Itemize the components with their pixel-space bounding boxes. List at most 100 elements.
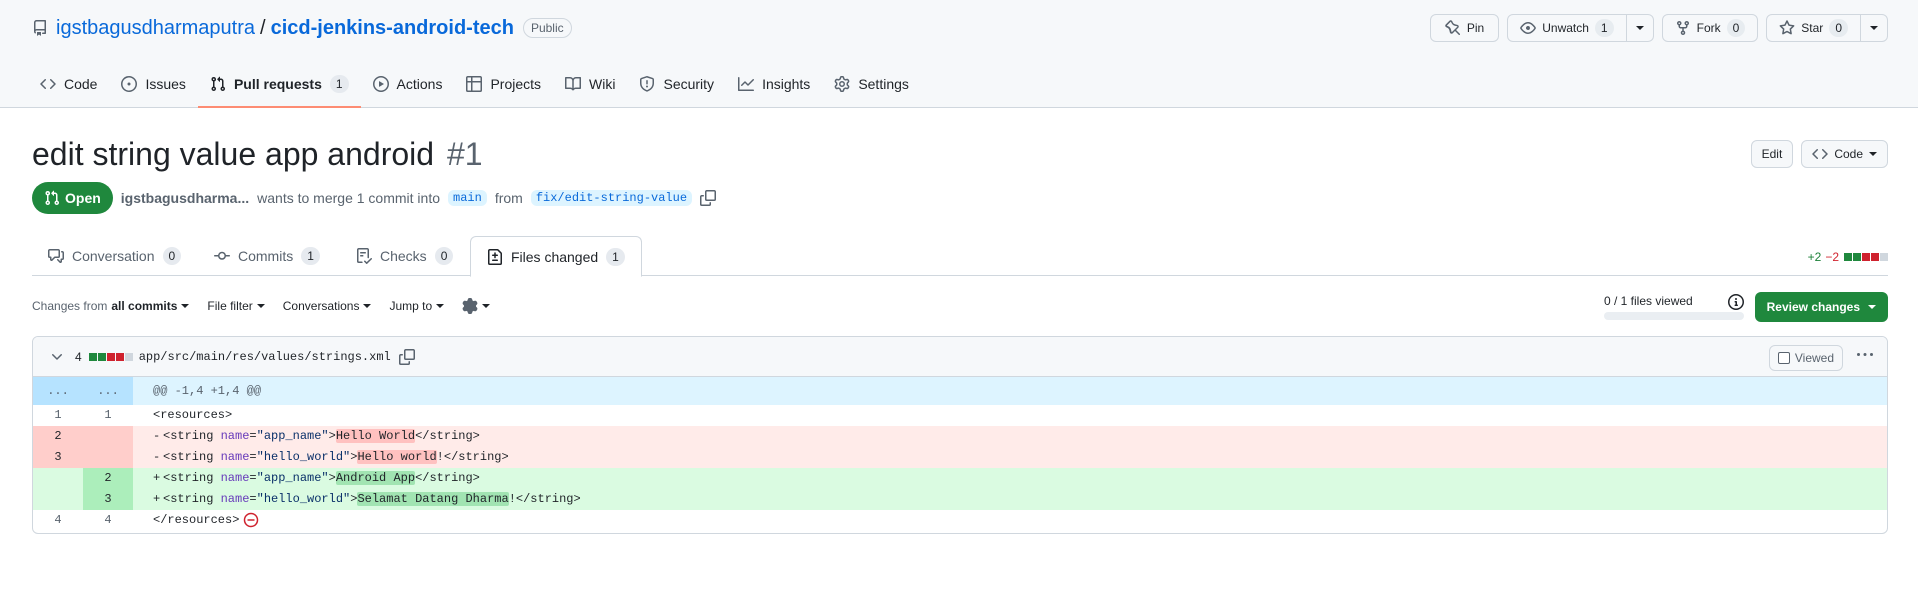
nav-security-label: Security bbox=[663, 76, 715, 92]
base-branch[interactable]: main bbox=[448, 190, 487, 206]
fork-button[interactable]: Fork 0 bbox=[1661, 14, 1759, 42]
nav-issues[interactable]: Issues bbox=[109, 68, 197, 100]
nav-settings-label: Settings bbox=[858, 76, 909, 92]
viewed-checkbox-button[interactable]: Viewed bbox=[1768, 345, 1843, 371]
changes-from-dropdown[interactable]: Changes from all commits bbox=[32, 299, 190, 313]
repo-owner-link[interactable]: igstbagusdharmaputra bbox=[56, 17, 255, 40]
line-code: + <string name="hello_world">Selamat Data… bbox=[133, 489, 1887, 510]
new-line-number[interactable]: 2 bbox=[83, 468, 133, 489]
conversations-dropdown[interactable]: Conversations bbox=[283, 299, 372, 313]
tab-conversation-label: Conversation bbox=[72, 248, 155, 264]
xml-value: "app_name" bbox=[256, 429, 329, 443]
fork-label: Fork bbox=[1696, 21, 1721, 35]
pr-tabs: Conversation 0 Commits 1 Checks 0 Files … bbox=[32, 236, 1888, 277]
copy-icon[interactable] bbox=[700, 190, 717, 206]
star-count: 0 bbox=[1829, 19, 1848, 37]
file-filter-dropdown[interactable]: File filter bbox=[207, 299, 265, 313]
star-button[interactable]: Star 0 bbox=[1766, 14, 1888, 42]
file-path[interactable]: app/src/main/res/values/strings.xml bbox=[139, 350, 391, 364]
old-line-number[interactable]: 1 bbox=[33, 405, 83, 426]
edit-title-button[interactable]: Edit bbox=[1750, 140, 1794, 168]
nav-security[interactable]: Security bbox=[627, 68, 726, 100]
hunk-header: @@ -1,4 +1,4 @@ bbox=[153, 384, 262, 398]
copy-icon[interactable] bbox=[398, 348, 415, 365]
unwatch-label: Unwatch bbox=[1542, 21, 1589, 35]
old-line-number bbox=[33, 468, 83, 489]
new-line-number[interactable]: 3 bbox=[83, 489, 133, 510]
head-branch[interactable]: fix/edit-string-value bbox=[530, 190, 693, 206]
tab-files-changed-label: Files changed bbox=[511, 248, 599, 265]
xml-close: </string> bbox=[443, 450, 509, 464]
pr-author-link[interactable]: igstbagusdharma... bbox=[121, 190, 249, 206]
nav-pull-requests[interactable]: Pull requests 1 bbox=[197, 68, 361, 108]
tab-commits[interactable]: Commits 1 bbox=[198, 236, 336, 276]
nav-projects[interactable]: Projects bbox=[454, 68, 553, 100]
tab-files-changed[interactable]: Files changed 1 bbox=[470, 236, 642, 277]
expand-up-button[interactable]: ... bbox=[33, 377, 83, 405]
line-code: </resources> bbox=[133, 510, 1887, 531]
kebab-horizontal-icon[interactable] bbox=[1857, 347, 1873, 363]
info-icon[interactable] bbox=[1728, 294, 1744, 310]
diff-settings-dropdown[interactable] bbox=[462, 298, 491, 314]
nav-code[interactable]: Code bbox=[32, 68, 109, 100]
xml-tag: <string bbox=[163, 471, 221, 485]
diffstat-block bbox=[1853, 253, 1861, 261]
file-diffstat-blocks bbox=[88, 350, 133, 364]
new-line-number[interactable]: 1 bbox=[83, 405, 133, 426]
watch-dropdown[interactable] bbox=[1625, 15, 1653, 41]
pin-label: Pin bbox=[1466, 21, 1485, 35]
diffstat-summary: +2 −2 bbox=[1808, 250, 1888, 264]
pr-number: #1 bbox=[446, 136, 483, 172]
diffstat-block bbox=[106, 352, 115, 361]
caret-down-icon bbox=[181, 304, 190, 308]
pr-state-badge: Open bbox=[32, 182, 113, 214]
play-icon bbox=[372, 76, 389, 92]
tab-checks-count: 0 bbox=[434, 247, 454, 265]
old-line-number[interactable]: 4 bbox=[33, 510, 83, 531]
jump-to-dropdown[interactable]: Jump to bbox=[389, 299, 445, 313]
code-dropdown-button[interactable]: Code bbox=[1801, 140, 1888, 168]
nav-actions[interactable]: Actions bbox=[361, 68, 455, 100]
nav-insights[interactable]: Insights bbox=[726, 68, 822, 100]
pr-title: edit string value app android #1 bbox=[32, 136, 483, 172]
diffstat-blocks bbox=[1843, 250, 1888, 264]
file-diff-icon bbox=[487, 248, 503, 265]
viewed-checkbox[interactable] bbox=[1777, 352, 1790, 364]
file-lines-changed: 4 bbox=[75, 349, 82, 364]
diff-line-added: 3 + <string name="hello_world">Selamat Da… bbox=[33, 489, 1887, 510]
nav-wiki[interactable]: Wiki bbox=[553, 68, 627, 100]
old-line-number[interactable]: 2 bbox=[33, 426, 83, 447]
review-changes-button[interactable]: Review changes bbox=[1754, 292, 1888, 322]
tab-commits-count: 1 bbox=[301, 247, 320, 265]
changed-text: Hello World bbox=[335, 429, 416, 443]
expand-down-button[interactable]: ... bbox=[83, 377, 133, 405]
star-dropdown[interactable] bbox=[1860, 15, 1887, 41]
xml-close: </string> bbox=[515, 492, 581, 506]
diff-marker: - bbox=[153, 429, 161, 443]
repo-name-link[interactable]: cicd-jenkins-android-tech bbox=[271, 17, 514, 40]
old-line-number[interactable]: 3 bbox=[33, 447, 83, 468]
xml-tag: <string bbox=[163, 429, 221, 443]
diffstat-block bbox=[124, 352, 133, 361]
unwatch-button[interactable]: Unwatch 1 bbox=[1507, 14, 1654, 42]
chevron-down-icon[interactable] bbox=[49, 349, 65, 365]
files-viewed-progress: 0 / 1 files viewed bbox=[1604, 294, 1748, 320]
unchanged-text: ! bbox=[508, 492, 516, 506]
tab-files-changed-count: 1 bbox=[606, 247, 625, 266]
diff-line-added: 2 + <string name="app_name">Android App</… bbox=[33, 468, 1887, 489]
files-viewed-bar bbox=[1604, 312, 1744, 320]
tab-checks[interactable]: Checks 0 bbox=[340, 236, 469, 276]
nav-settings[interactable]: Settings bbox=[822, 68, 921, 100]
fork-icon bbox=[1675, 20, 1691, 36]
gear-icon bbox=[462, 298, 478, 314]
new-line-number[interactable]: 4 bbox=[83, 510, 133, 531]
tab-conversation[interactable]: Conversation 0 bbox=[32, 236, 197, 276]
pin-button[interactable]: Pin bbox=[1429, 14, 1500, 42]
gear-icon bbox=[834, 76, 850, 92]
nav-actions-label: Actions bbox=[396, 76, 443, 92]
visibility-badge: Public bbox=[522, 18, 572, 38]
xml-value: "hello_world" bbox=[256, 492, 351, 506]
deletions-count: −2 bbox=[1825, 250, 1839, 264]
unchanged-text: ! bbox=[436, 450, 444, 464]
watch-count: 1 bbox=[1594, 19, 1614, 37]
